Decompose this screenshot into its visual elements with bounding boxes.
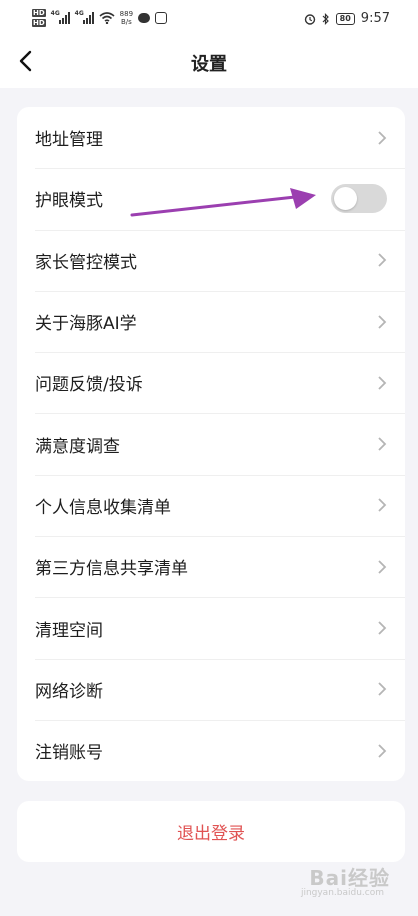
chevron-right-icon: [377, 681, 387, 697]
settings-item-personal-info-list[interactable]: 个人信息收集清单: [17, 474, 405, 536]
chat-bubble-icon: [138, 13, 151, 23]
toggle-knob: [334, 187, 357, 211]
status-time: 9:57: [360, 11, 390, 26]
chevron-right-icon: [377, 375, 387, 391]
hd-icon: HD: [32, 19, 46, 27]
nav-bar: 设置: [0, 38, 418, 88]
logout-button[interactable]: 退出登录: [17, 801, 405, 862]
wifi-icon: [99, 12, 115, 24]
status-bar: HD HD 4G 4G 889 B/s 80 9:57: [0, 0, 418, 38]
header-area: HD HD 4G 4G 889 B/s 80 9:57 设置: [0, 0, 418, 88]
hd-icon: HD: [32, 9, 46, 17]
signal-icon: 4G: [75, 10, 94, 24]
signal-icon: 4G: [51, 10, 70, 24]
settings-item-label: 注销账号: [35, 743, 103, 764]
settings-item-label: 护眼模式: [35, 191, 103, 212]
logout-label: 退出登录: [177, 824, 245, 844]
chevron-right-icon: [377, 743, 387, 759]
chevron-right-icon: [377, 252, 387, 268]
settings-item-label: 关于海豚AI学: [35, 314, 137, 335]
settings-item-third-party-list[interactable]: 第三方信息共享清单: [17, 536, 405, 597]
chevron-right-icon: [377, 497, 387, 513]
alarm-icon: [304, 13, 315, 25]
settings-list: 地址管理 护眼模式 家长管控模式 关于海豚AI学 问题反馈/投诉 满意度调查 个…: [17, 107, 405, 781]
network-speed: 889 B/s: [119, 10, 134, 26]
status-left: HD HD 4G 4G 889 B/s: [32, 8, 168, 28]
settings-item-about[interactable]: 关于海豚AI学: [17, 290, 405, 352]
chevron-right-icon: [377, 314, 387, 330]
settings-item-label: 地址管理: [35, 130, 103, 151]
battery-icon: 80: [335, 12, 355, 25]
app-notification-icon: [155, 12, 168, 24]
settings-item-label: 网络诊断: [35, 681, 103, 702]
settings-item-network-diagnosis[interactable]: 网络诊断: [17, 658, 405, 720]
settings-item-label: 个人信息收集清单: [35, 497, 171, 518]
settings-item-clear-space[interactable]: 清理空间: [17, 597, 405, 658]
settings-item-feedback[interactable]: 问题反馈/投诉: [17, 352, 405, 413]
bluetooth-icon: [322, 12, 329, 25]
settings-item-survey[interactable]: 满意度调查: [17, 413, 405, 474]
settings-item-label: 家长管控模式: [35, 252, 137, 273]
settings-item-eye-mode: 护眼模式: [17, 168, 405, 229]
settings-item-parental-control[interactable]: 家长管控模式: [17, 229, 405, 291]
hd-badges: HD HD: [32, 8, 46, 28]
status-right: 80 9:57: [304, 11, 390, 26]
settings-item-address[interactable]: 地址管理: [17, 107, 405, 168]
eye-mode-toggle[interactable]: [331, 184, 387, 214]
watermark-logo: Bai经验: [309, 866, 390, 890]
chevron-right-icon: [377, 559, 387, 575]
settings-item-label: 清理空间: [35, 620, 103, 641]
chevron-right-icon: [377, 620, 387, 636]
settings-item-label: 满意度调查: [35, 436, 120, 457]
chevron-right-icon: [377, 130, 387, 146]
page-title: 设置: [191, 54, 227, 75]
settings-item-label: 问题反馈/投诉: [35, 375, 143, 396]
settings-item-delete-account[interactable]: 注销账号: [17, 719, 405, 781]
settings-item-label: 第三方信息共享清单: [35, 559, 188, 580]
chevron-right-icon: [377, 436, 387, 452]
watermark-url: jingyan.baidu.com: [300, 888, 384, 898]
